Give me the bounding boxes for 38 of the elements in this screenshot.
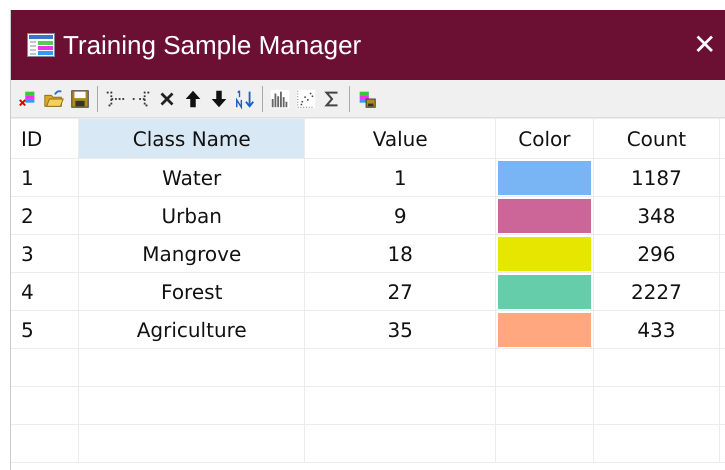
column-header[interactable]: Color	[496, 118, 594, 158]
table-cell: 35	[304, 310, 496, 348]
color-swatch[interactable]	[498, 160, 591, 194]
close-button[interactable]: ✕	[687, 30, 722, 60]
table-cell: 1187	[593, 158, 720, 196]
table-cell: Urban	[78, 196, 305, 234]
window-icon	[27, 33, 55, 57]
color-swatch[interactable]	[498, 236, 591, 270]
column-header[interactable]: ID	[11, 118, 79, 158]
table-cell: 1	[304, 158, 496, 196]
column-header[interactable]: Value	[304, 118, 496, 158]
table-cell: Forest	[78, 272, 305, 310]
table-cell: 2	[11, 196, 79, 234]
window-title: Training Sample Manager	[63, 28, 362, 62]
table-cell: 433	[593, 310, 720, 348]
table-cell: Mangrove	[78, 234, 305, 272]
table-cell: 1	[11, 158, 79, 196]
color-swatch[interactable]	[498, 312, 591, 346]
table-cell: 5	[11, 310, 79, 348]
sort-icon[interactable]	[234, 88, 256, 110]
table-cell: 348	[593, 196, 720, 234]
histogram-icon[interactable]	[269, 88, 291, 110]
column-header[interactable]: Count	[593, 118, 720, 158]
table-cell: Agriculture	[78, 310, 305, 348]
open-folder-icon[interactable]	[43, 88, 65, 110]
table-cell: 3	[11, 234, 79, 272]
table-cell: 2227	[593, 272, 720, 310]
table-cell: 9	[304, 196, 496, 234]
table-cell: 27	[304, 272, 496, 310]
table-cell: Water	[78, 158, 305, 196]
color-swatch[interactable]	[498, 198, 591, 232]
column-header[interactable]: Class Name	[78, 118, 305, 158]
save-icon[interactable]	[69, 88, 91, 110]
table-cell: 296	[593, 234, 720, 272]
table-cell: 18	[304, 234, 496, 272]
color-swatch[interactable]	[498, 274, 591, 308]
scatter-plot-icon[interactable]	[295, 88, 317, 110]
table-cell: 4	[11, 272, 79, 310]
